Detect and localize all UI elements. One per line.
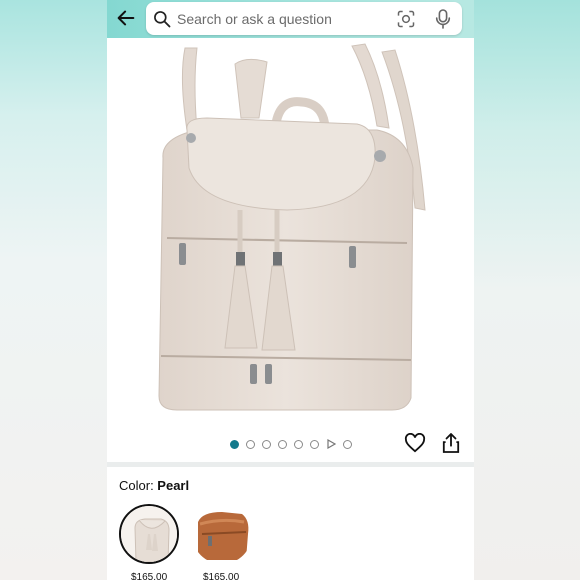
product-image-gallery[interactable] [107, 38, 474, 420]
swatch-price: $165.00 [131, 572, 168, 580]
search-icon [154, 11, 171, 28]
lens-camera-icon[interactable] [396, 9, 416, 29]
section-divider [107, 462, 474, 467]
video-play-icon[interactable] [326, 439, 336, 449]
heart-icon[interactable] [404, 433, 426, 453]
swatch-brown-image [192, 504, 252, 564]
pagination-dot[interactable] [343, 439, 352, 449]
background-right [474, 0, 580, 580]
gallery-pagination[interactable] [230, 438, 352, 450]
color-label: Color: Pearl [119, 478, 189, 493]
color-swatch-brown[interactable] [192, 504, 252, 564]
share-icon[interactable] [442, 432, 460, 454]
swatch-price: $165.00 [203, 572, 240, 580]
product-image-backpack [158, 43, 426, 411]
pagination-dot[interactable] [262, 439, 271, 449]
app-screen: Search or ask a question Color: Pearl $1… [107, 0, 474, 580]
pagination-dot[interactable] [246, 439, 255, 449]
top-bar: Search or ask a question [107, 0, 474, 38]
pagination-dot[interactable] [294, 439, 303, 449]
back-arrow-icon[interactable] [115, 7, 137, 29]
mic-icon[interactable] [434, 8, 452, 30]
search-input[interactable]: Search or ask a question [177, 11, 332, 27]
background-left [0, 0, 107, 580]
pagination-dot[interactable] [278, 439, 287, 449]
pagination-dot[interactable] [230, 439, 239, 449]
selected-color-name: Pearl [157, 478, 190, 493]
color-label-prefix: Color: [119, 478, 158, 493]
pagination-dot[interactable] [310, 439, 319, 449]
color-swatch-pearl[interactable] [119, 504, 179, 564]
swatch-pearl-image [121, 506, 177, 562]
search-bar[interactable]: Search or ask a question [146, 2, 462, 35]
